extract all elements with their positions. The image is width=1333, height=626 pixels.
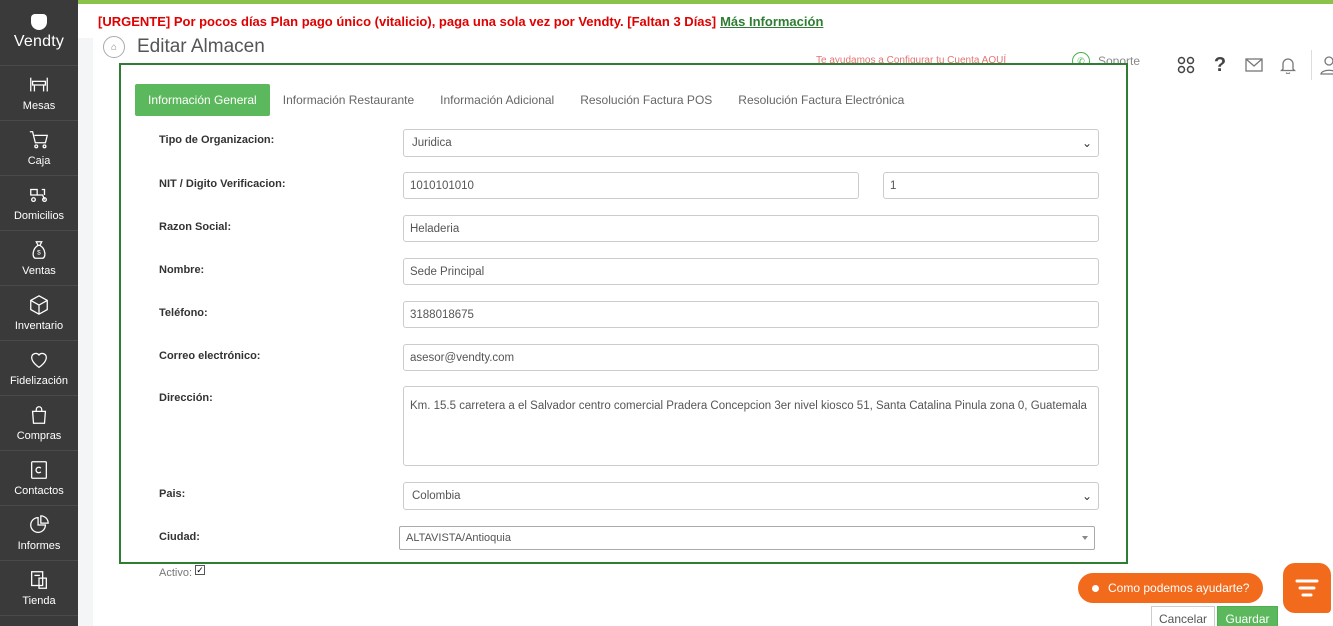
tipo-organizacion-select[interactable]: Juridica ⌄	[403, 129, 1099, 157]
nit-label: NIT / Digito Verificacion:	[159, 178, 286, 190]
sidebar-item-label: Tienda	[22, 595, 56, 607]
sidebar-item-mesas[interactable]: Mesas	[0, 66, 78, 121]
apps-grid-icon[interactable]	[1175, 54, 1197, 76]
telefono-label: Teléfono:	[159, 307, 208, 319]
razon-social-label: Razon Social:	[159, 221, 232, 233]
digito-verificacion-input[interactable]: 1	[883, 172, 1099, 199]
sidebar-item-label: Ventas	[22, 265, 56, 277]
razon-social-input[interactable]: Heladeria	[403, 215, 1099, 242]
tab-resolucion-factura-pos[interactable]: Resolución Factura POS	[567, 84, 725, 116]
top-icons: ?	[1175, 50, 1333, 80]
sidebar-item-label: Domicilios	[13, 210, 65, 222]
store-icon: ⌂	[103, 36, 125, 58]
direccion-label: Dirección:	[159, 392, 213, 404]
caret-down-icon	[1082, 536, 1088, 540]
tab-informacion-adicional[interactable]: Información Adicional	[427, 84, 567, 116]
box-icon	[30, 295, 48, 315]
banner-more-info-link[interactable]: Más Información	[720, 14, 823, 29]
bell-icon[interactable]	[1277, 54, 1299, 76]
save-button[interactable]: Guardar	[1217, 606, 1278, 626]
correo-label: Correo electrónico:	[159, 350, 261, 362]
sidebar-item-label: Fidelización	[9, 375, 69, 387]
tables-icon	[30, 77, 48, 92]
contacts-icon	[31, 461, 47, 479]
svg-text:$: $	[37, 250, 41, 257]
nombre-label: Nombre:	[159, 264, 205, 276]
sidebar-item-informes[interactable]: Informes	[0, 506, 78, 561]
tipo-organizacion-label: Tipo de Organizacion:	[159, 134, 275, 146]
form-tabs: Información General Información Restaura…	[135, 84, 917, 116]
activo-label: Activo:	[159, 567, 193, 579]
edit-store-form: Información General Información Restaura…	[119, 63, 1128, 564]
mail-icon[interactable]	[1243, 54, 1265, 76]
sidebar-item-contactos[interactable]: Contactos	[0, 451, 78, 506]
sidebar-item-label: Compras	[16, 430, 62, 442]
sidebar-item-caja[interactable]: Caja	[0, 121, 78, 176]
help-icon[interactable]: ?	[1209, 54, 1231, 76]
status-dot	[1092, 584, 1099, 592]
banner-text: [URGENTE] Por pocos días Plan pago único…	[98, 13, 717, 29]
logo-text: Vendty	[13, 33, 65, 50]
store-icon	[31, 571, 47, 589]
telefono-input[interactable]: 3188018675	[403, 301, 1099, 328]
chevron-down-icon: ⌄	[1081, 136, 1092, 150]
ciudad-label: Ciudad:	[159, 531, 200, 543]
heart-icon	[31, 352, 47, 369]
logo-mark-icon	[31, 14, 47, 30]
direccion-textarea[interactable]: Km. 15.5 carretera a el Salvador centro …	[403, 386, 1099, 466]
chat-prompt-label: Como podemos ayudarte?	[1108, 581, 1250, 595]
tab-informacion-general[interactable]: Información General	[135, 84, 270, 116]
pais-select[interactable]: Colombia ⌄	[403, 482, 1099, 510]
sidebar-item-ventas[interactable]: $ Ventas	[0, 231, 78, 286]
nit-input[interactable]: 1010101010	[403, 172, 859, 199]
pie-chart-icon	[30, 515, 49, 533]
sidebar-item-label: Caja	[27, 155, 51, 167]
header-divider	[1311, 50, 1312, 80]
ciudad-value: ALTAVISTA/Antioquia	[406, 532, 511, 544]
pais-value: Colombia	[412, 490, 461, 502]
page-header: ⌂ Editar Almacen	[103, 36, 265, 58]
chevron-down-icon: ⌄	[1081, 489, 1092, 503]
chat-menu-icon	[1295, 579, 1319, 597]
sidebar-item-domicilios[interactable]: Domicilios	[0, 176, 78, 231]
chat-prompt-bubble[interactable]: Como podemos ayudarte?	[1078, 573, 1264, 603]
sidebar-item-inventario[interactable]: Inventario	[0, 286, 78, 341]
sidebar-item-label: Mesas	[22, 100, 56, 112]
sidebar-item-label: Contactos	[14, 485, 64, 497]
tab-informacion-restaurante[interactable]: Información Restaurante	[270, 84, 427, 116]
ciudad-select[interactable]: ALTAVISTA/Antioquia	[399, 526, 1095, 550]
sidebar-item-compras[interactable]: Compras	[0, 396, 78, 451]
sidebar: Vendty Mesas Caja Domicilios $ Ventas In…	[0, 0, 78, 626]
money-bag-icon: $	[32, 241, 46, 259]
tipo-organizacion-value: Juridica	[412, 137, 452, 149]
logo[interactable]: Vendty	[0, 0, 78, 66]
cancel-button[interactable]: Cancelar	[1151, 606, 1215, 626]
sidebar-item-label: Informes	[17, 540, 61, 552]
user-icon[interactable]	[1318, 54, 1333, 76]
sidebar-item-tienda[interactable]: Tienda	[0, 561, 78, 616]
shopping-bag-icon	[31, 406, 47, 424]
sidebar-item-label: Inventario	[14, 320, 64, 332]
pais-label: Pais:	[159, 488, 186, 500]
scooter-icon	[30, 188, 47, 203]
activo-field: Activo: ✓	[159, 565, 206, 579]
page-title: Editar Almacen	[137, 36, 265, 57]
activo-checkbox[interactable]: ✓	[195, 565, 206, 575]
chat-launcher-button[interactable]	[1283, 563, 1331, 613]
nombre-input[interactable]: Sede Principal	[403, 258, 1099, 285]
sidebar-item-fidelizacion[interactable]: Fidelización	[0, 341, 78, 396]
correo-input[interactable]: asesor@vendty.com	[403, 344, 1099, 371]
tab-resolucion-factura-electronica[interactable]: Resolución Factura Electrónica	[725, 84, 917, 116]
cart-icon	[29, 131, 49, 149]
promo-banner: [URGENTE] Por pocos días Plan pago único…	[78, 4, 1333, 38]
